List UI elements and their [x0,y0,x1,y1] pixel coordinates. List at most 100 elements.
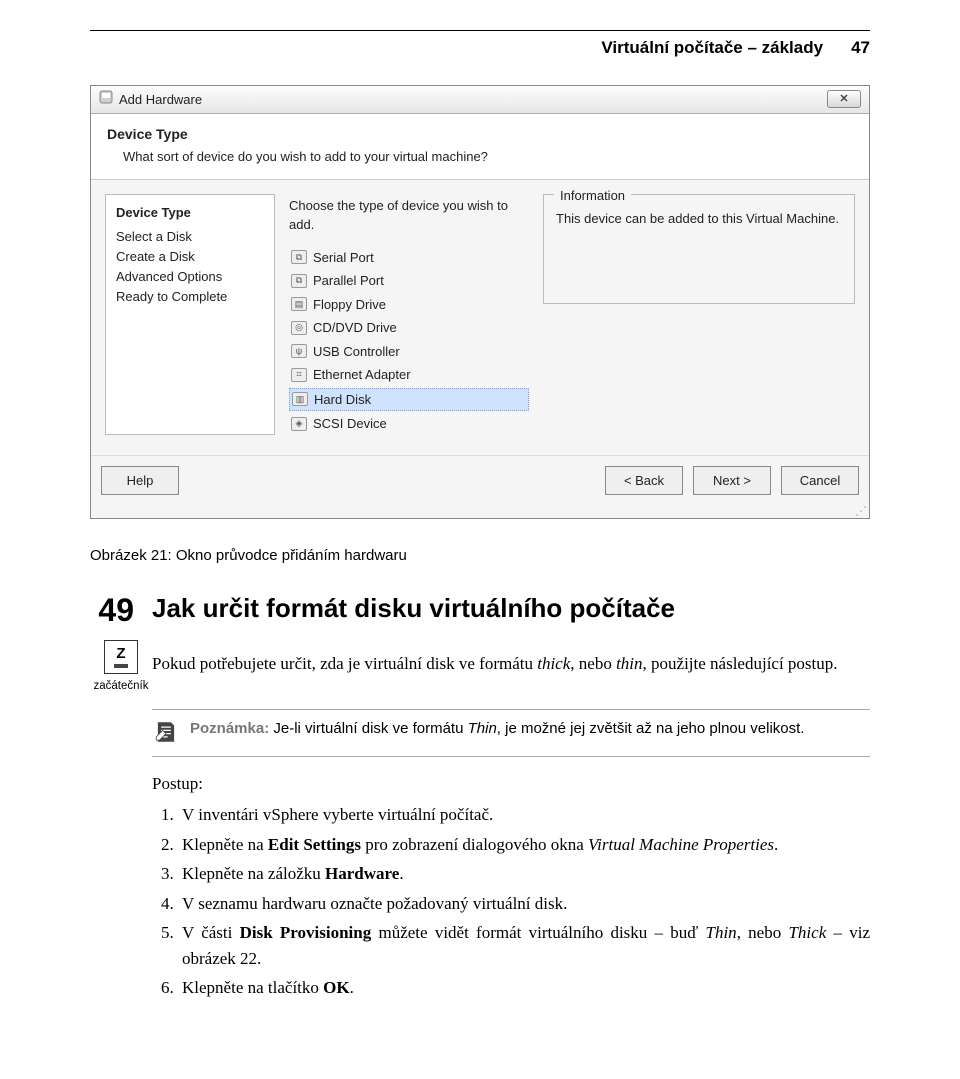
intro-row: Z začátečník Pokud potřebujete určit, zd… [90,634,870,695]
device-cd-dvd-drive[interactable]: ◎ CD/DVD Drive [289,317,529,339]
note-icon [152,718,180,746]
resize-grip-icon[interactable]: ⋰ [91,507,869,518]
cd-icon: ◎ [291,321,307,335]
text-bold: Hardware [325,864,399,883]
wizard-steps-panel: Device Type Select a Disk Create a Disk … [105,194,275,435]
usb-icon: ψ [291,344,307,358]
close-icon: ✕ [839,91,848,108]
wizard-step[interactable]: Select a Disk [116,227,264,247]
wizard-step[interactable]: Advanced Options [116,267,264,287]
text: , nebo [570,654,616,673]
information-text: This device can be added to this Virtual… [556,211,839,226]
step-6: Klepněte na tlačítko OK. [178,975,870,1001]
text-italic: Thick [788,923,826,942]
step-2: Klepněte na Edit Settings pro zobrazení … [178,832,870,858]
procedure-label: Postup: [152,771,870,797]
text-italic: thick [537,654,570,673]
device-type-panel: Choose the type of device you wish to ad… [289,194,529,435]
note-bottom-rule [152,756,870,757]
dialog-body: Device Type Select a Disk Create a Disk … [91,180,869,455]
header-rule [90,30,870,31]
step-4: V seznamu hardwaru označte požadovaný vi… [178,891,870,917]
device-floppy-drive[interactable]: ▤ Floppy Drive [289,294,529,316]
device-label: USB Controller [313,342,400,362]
text-italic: Thin [706,923,737,942]
close-button[interactable]: ✕ [827,90,861,108]
figure-caption: Obrázek 21: Okno průvodce přidáním hardw… [90,545,870,568]
text: V seznamu hardwaru označte požadovaný vi… [182,894,567,913]
text: V inventári vSphere vyberte virtuální po… [182,805,493,824]
level-badge-column: Z začátečník [90,634,152,695]
step-3: Klepněte na záložku Hardware. [178,861,870,887]
device-serial-port[interactable]: ⧉ Serial Port [289,247,529,269]
level-badge: Z [104,640,138,674]
procedure-steps: V inventári vSphere vyberte virtuální po… [152,802,870,1001]
text: . [350,978,354,997]
running-header: Virtuální počítače – základy 47 [90,35,870,61]
dialog-header-section: Device Type What sort of device do you w… [91,114,869,180]
device-type-hint: Choose the type of device you wish to ad… [289,196,529,235]
note-text: Poznámka: Je-li virtuální disk ve formát… [190,718,804,740]
text-bold: Edit Settings [268,835,361,854]
text-italic: thin [616,654,642,673]
device-scsi-device[interactable]: ◈ SCSI Device [289,413,529,435]
note-label: Poznámka: [190,720,269,737]
text-italic: Virtual Machine Properties [588,835,774,854]
serial-port-icon: ⧉ [291,250,307,264]
text: pro zobrazení dialogového okna [361,835,588,854]
wizard-step[interactable]: Create a Disk [116,247,264,267]
intro-paragraph: Pokud potřebujete určit, zda je virtuáln… [152,651,870,678]
hard-disk-icon: ▥ [292,392,308,406]
device-label: SCSI Device [313,414,387,434]
device-ethernet-adapter[interactable]: ⌗ Ethernet Adapter [289,364,529,386]
scsi-icon: ◈ [291,417,307,431]
text-bold: Disk Provisioning [240,923,372,942]
cancel-button[interactable]: Cancel [781,466,859,496]
tip-heading: Jak určit formát disku virtuálního počít… [152,594,675,624]
page-number: 47 [851,35,870,61]
ethernet-icon: ⌗ [291,368,307,382]
device-label: Parallel Port [313,271,384,291]
running-title: Virtuální počítače – základy [601,35,823,61]
floppy-icon: ▤ [291,297,307,311]
text: , je možné jej zvětšit až na jeho plnou … [497,720,805,737]
dialog-title: Add Hardware [119,90,202,110]
help-button[interactable]: Help [101,466,179,496]
information-panel: Information This device can be added to … [543,194,855,435]
device-parallel-port[interactable]: ⧉ Parallel Port [289,270,529,292]
level-badge-label: začátečník [94,678,149,695]
device-label: CD/DVD Drive [313,318,397,338]
section-title: Device Type [107,124,853,145]
text: , použijte následující postup. [643,654,838,673]
parallel-port-icon: ⧉ [291,274,307,288]
information-fieldset: Information This device can be added to … [543,194,855,304]
device-label: Ethernet Adapter [313,365,411,385]
information-legend: Information [554,186,631,206]
badge-letter: Z [116,646,125,661]
text: , nebo [737,923,789,942]
device-label: Serial Port [313,248,374,268]
next-button[interactable]: Next > [693,466,771,496]
text: . [774,835,778,854]
note-box: Poznámka: Je-li virtuální disk ve formát… [152,709,870,746]
text: můžete vidět formát virtuálního disku – … [371,923,705,942]
text: Klepněte na záložku [182,864,325,883]
text: . [399,864,403,883]
wizard-step[interactable]: Ready to Complete [116,287,264,307]
dialog-titlebar: Add Hardware ✕ [91,86,869,115]
text: V části [182,923,240,942]
back-button[interactable]: < Back [605,466,683,496]
section-subtitle: What sort of device do you wish to add t… [123,147,853,167]
device-label: Floppy Drive [313,295,386,315]
dialog-button-bar: Help < Back Next > Cancel [91,455,869,508]
app-icon [99,90,113,110]
tip-heading-row: 49 Jak určit formát disku virtuálního po… [90,594,870,626]
text: Je-li virtuální disk ve formátu [269,720,467,737]
device-usb-controller[interactable]: ψ USB Controller [289,341,529,363]
wizard-step-header: Device Type [116,203,264,223]
step-5: V části Disk Provisioning můžete vidět f… [178,920,870,971]
text-bold: OK [323,978,349,997]
device-hard-disk[interactable]: ▥Hard Disk [289,388,529,412]
text: Pokud potřebujete určit, zda je virtuáln… [152,654,537,673]
device-list: ⧉ Serial Port ⧉ Parallel Port ▤ Floppy Driv… [289,247,529,435]
